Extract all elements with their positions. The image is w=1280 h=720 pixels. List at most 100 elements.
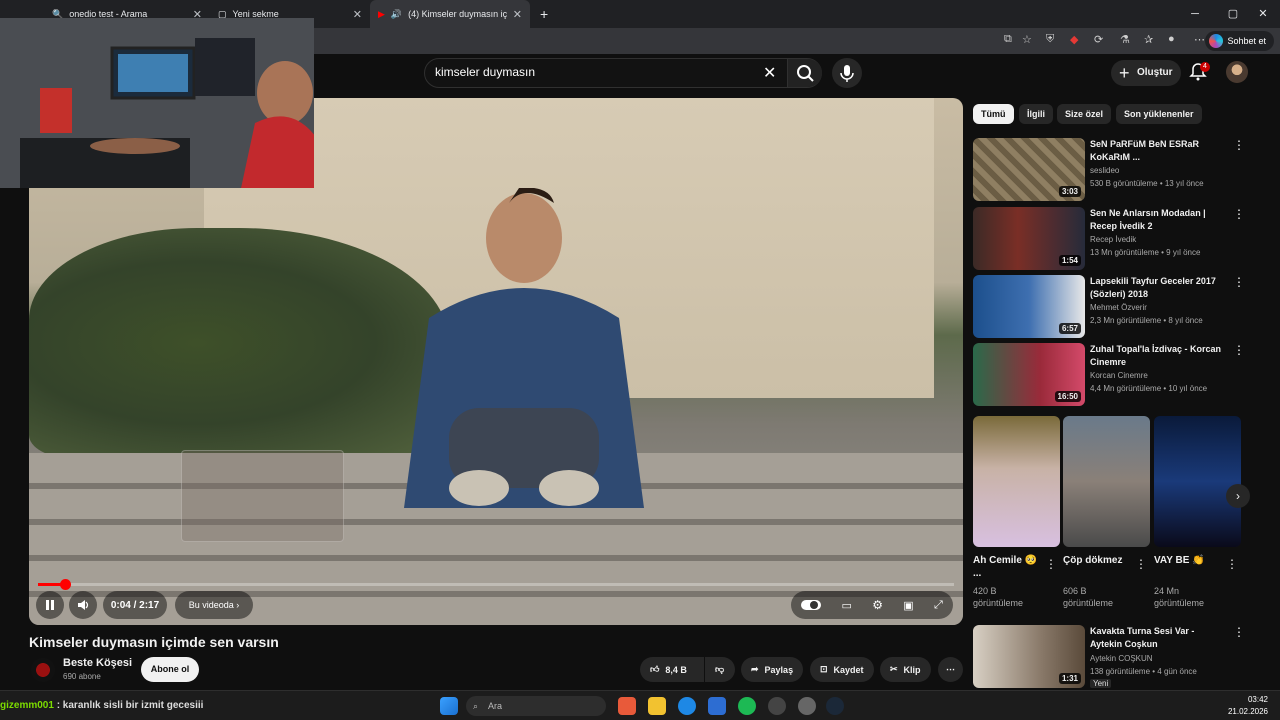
refresh-icon[interactable]: ⟳ — [1094, 33, 1103, 46]
theater-icon[interactable]: ▣ — [903, 599, 913, 612]
tab-youtube[interactable]: ▶ 🔊 (4) Kimseler duymasın içimde ✕ — [370, 0, 530, 28]
favorites-icon[interactable]: ✰ — [1144, 33, 1153, 46]
more-icon[interactable]: ⋮ — [1233, 207, 1245, 221]
more-actions-button[interactable]: ⋯ — [938, 657, 963, 682]
pause-icon — [46, 600, 54, 610]
more-icon[interactable]: ⋮ — [1233, 343, 1245, 357]
progress-bar[interactable] — [38, 579, 954, 590]
subtitles-icon[interactable]: ▭ — [841, 599, 851, 612]
subscribe-button[interactable]: Abone ol — [141, 657, 199, 682]
search-box[interactable]: ✕ — [424, 58, 822, 88]
autoplay-toggle[interactable] — [801, 600, 822, 610]
maximize-icon[interactable]: ▢ — [1216, 0, 1250, 28]
thumbnail[interactable]: 1:54 — [973, 207, 1085, 270]
search-input[interactable] — [435, 65, 735, 79]
create-button[interactable]: + Oluştur — [1111, 60, 1181, 86]
chat-ticker: gizemm001 : karanlık sisli bir izmit gec… — [0, 700, 203, 711]
close-icon[interactable]: ✕ — [353, 8, 362, 21]
clear-icon[interactable]: ✕ — [763, 63, 776, 83]
video-title: Kimseler duymasın içimde sen varsın — [29, 634, 279, 650]
plus-icon: + — [1119, 63, 1130, 83]
avatar[interactable] — [1226, 61, 1248, 83]
copilot-app-icon[interactable] — [618, 697, 636, 715]
extension-icon[interactable]: ◆ — [1070, 33, 1078, 46]
channel-avatar[interactable] — [31, 658, 55, 682]
chip-all[interactable]: Tümü — [973, 104, 1014, 124]
store-icon[interactable] — [708, 697, 726, 715]
list-item[interactable]: 1:54 Sen Ne Anlarsın Modadan | Recep İve… — [973, 207, 1253, 271]
app-icon[interactable] — [768, 697, 786, 715]
channel-name[interactable]: Beste Köşesi — [63, 657, 132, 669]
short-thumbnail[interactable] — [1063, 416, 1150, 547]
search-button[interactable] — [787, 59, 822, 87]
in-video-chapters-button[interactable]: Bu videoda › — [175, 591, 253, 619]
thumbs-up-icon: 👍︎ — [650, 664, 660, 674]
pause-button[interactable] — [36, 591, 64, 619]
thumbnail[interactable]: 1:31 — [973, 625, 1085, 688]
star-icon[interactable]: ☆ — [1022, 33, 1032, 46]
thumbnail[interactable]: 6:57 — [973, 275, 1085, 338]
more-icon[interactable]: ⋮ — [1233, 625, 1245, 639]
save-button[interactable]: ⊡ Kaydet — [810, 657, 874, 682]
speaker-icon[interactable]: 🔊 — [391, 9, 402, 20]
webcam-overlay — [0, 18, 314, 188]
taskbar-clock[interactable]: 03:42 21.02.2026 — [1228, 694, 1268, 718]
list-item[interactable]: 1:31 Kavakta Turna Sesi Var - Aytekin Co… — [973, 625, 1253, 689]
edge-icon[interactable] — [678, 697, 696, 715]
thumbs-down-icon: 👎︎ — [715, 664, 725, 674]
copilot-icon — [1209, 34, 1224, 48]
copilot-button[interactable]: Sohbet et — [1205, 31, 1274, 51]
voice-search-button[interactable] — [832, 58, 862, 88]
more-icon[interactable]: ⋮ — [1233, 138, 1245, 152]
file-explorer-icon[interactable] — [648, 697, 666, 715]
minimize-icon[interactable]: ─ — [1178, 0, 1212, 28]
list-item[interactable]: 3:03 SeN PaRFüM BeN ESRaR KoKaRıM ... se… — [973, 138, 1253, 202]
close-window-icon[interactable]: ✕ — [1246, 0, 1280, 28]
steam-icon[interactable] — [826, 697, 844, 715]
search-icon — [797, 65, 814, 82]
profile-icon[interactable]: ● — [1168, 33, 1175, 45]
dislike-button[interactable]: 👎︎ — [705, 657, 735, 682]
chat-nick: gizemm001 — [0, 700, 54, 711]
spotify-icon[interactable] — [738, 697, 756, 715]
close-icon[interactable]: ✕ — [513, 8, 522, 21]
scissors-icon: ✂ — [890, 664, 898, 674]
split-icon[interactable]: ⧉ — [1004, 33, 1012, 46]
short-title[interactable]: Ah Cemile 🥺 ... — [973, 554, 1043, 580]
seek-preview — [181, 450, 344, 542]
chip-recent[interactable]: Son yüklenenler — [1116, 104, 1202, 124]
short-thumbnail[interactable] — [973, 416, 1060, 547]
notification-badge: 4 — [1200, 62, 1210, 72]
more-icon[interactable]: ⋮ — [1233, 275, 1245, 289]
clip-button[interactable]: ✂ Klip — [880, 657, 931, 682]
settings-icon[interactable]: ⚙ — [872, 598, 883, 612]
shield-icon[interactable]: ⛨ — [1046, 33, 1054, 46]
collections-icon[interactable]: ⚗ — [1120, 33, 1130, 46]
chevron-right-icon[interactable]: › — [1226, 484, 1250, 508]
short-thumbnail[interactable] — [1154, 416, 1241, 547]
short-title[interactable]: VAY BE 👏 — [1154, 554, 1224, 567]
more-icon[interactable]: ⋯ — [1194, 33, 1205, 46]
short-title[interactable]: Çöp dökmez — [1063, 554, 1133, 567]
chip-for-you[interactable]: Size özel — [1057, 104, 1112, 124]
settings-icon[interactable] — [798, 697, 816, 715]
time-display: 0:04 / 2:17 — [103, 591, 167, 619]
more-icon[interactable]: ⋮ — [1226, 557, 1238, 571]
new-tab-button[interactable]: + — [532, 0, 556, 28]
like-button[interactable]: 👍︎ 8,4 B — [640, 657, 704, 682]
short-views: 24 Mn görüntüleme — [1154, 586, 1205, 608]
windows-start-icon[interactable] — [440, 697, 458, 715]
thumbnail[interactable]: 3:03 — [973, 138, 1085, 201]
more-icon[interactable]: ⋮ — [1135, 557, 1147, 571]
share-button[interactable]: ➦ Paylaş — [741, 657, 804, 682]
volume-button[interactable] — [69, 591, 97, 619]
video-frame-bush — [29, 228, 449, 458]
fullscreen-icon[interactable]: ⤢ — [934, 599, 943, 612]
list-item[interactable]: 6:57 Lapsekili Tayfur Geceler 2017 (Sözl… — [973, 275, 1253, 339]
thumbnail[interactable]: 16:50 — [973, 343, 1085, 406]
taskbar-search[interactable]: ⌕ Ara — [466, 696, 606, 716]
list-item[interactable]: 16:50 Zuhal Topal'la İzdivaç - Korcan Ci… — [973, 343, 1253, 407]
chip-related[interactable]: İlgili — [1019, 104, 1053, 124]
more-icon[interactable]: ⋮ — [1045, 557, 1057, 571]
new-badge: Yeni — [1090, 679, 1112, 688]
